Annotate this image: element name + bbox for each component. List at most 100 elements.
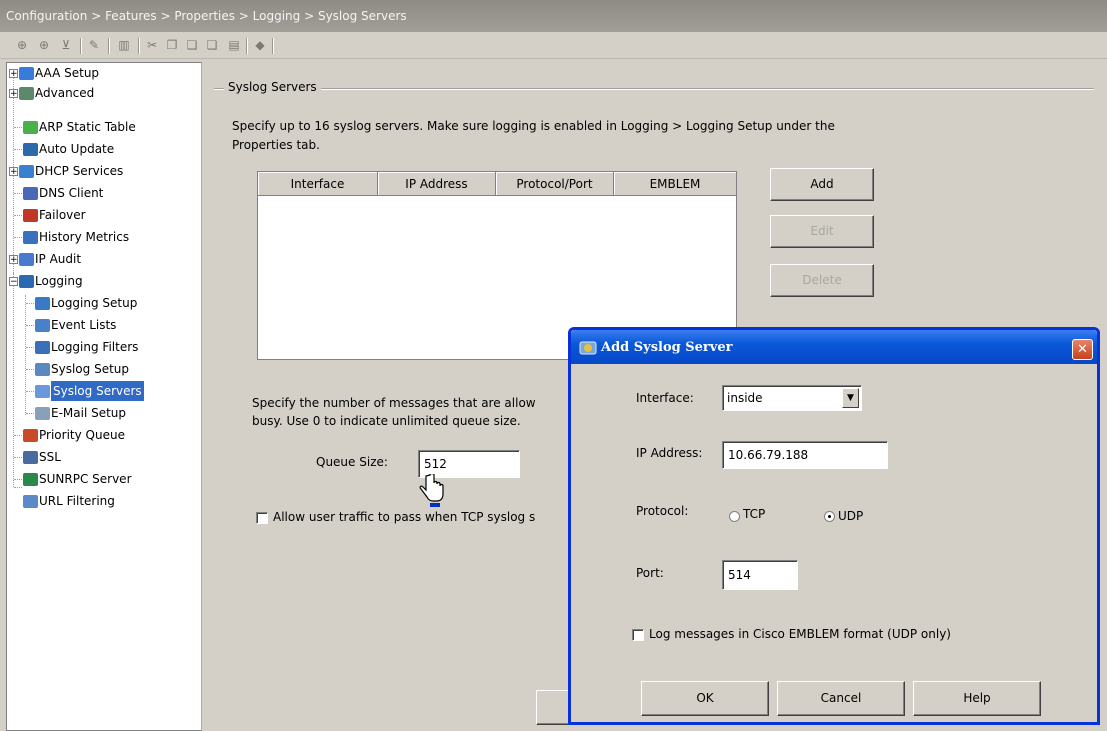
dialog-title: Add Syslog Server [601,340,733,355]
ip-address-input[interactable]: 10.66.79.188 [722,441,888,469]
toolbar-separator [272,38,274,54]
tree-item-dhcp-services[interactable]: + DHCP Services [9,161,123,181]
dns-icon [23,186,38,200]
interface-label: Interface: [636,391,694,405]
queue-description-line-2: busy. Use 0 to indicate unlimited queue … [252,414,521,428]
ip-address-label: IP Address: [636,446,703,460]
allow-traffic-checkbox[interactable] [256,512,268,524]
expand-icon[interactable]: + [9,254,18,264]
toolbar-separator [138,38,140,54]
tree-item-logging[interactable]: − Logging [9,271,83,291]
breadcrumb: Configuration > Features > Properties > … [0,0,1107,32]
tree-item-auto-update[interactable]: Auto Update [23,139,114,159]
udp-radio[interactable] [824,511,835,522]
cisco-app-icon [579,341,597,355]
collapse-icon[interactable]: − [9,276,18,286]
tree-item-history-metrics[interactable]: History Metrics [23,227,129,247]
tree-item-url-filtering[interactable]: URL Filtering [23,491,115,511]
tree-item-event-lists[interactable]: Event Lists [35,315,116,335]
arp-icon [23,120,38,134]
udp-label: UDP [838,509,864,523]
add-icon[interactable]: ⊕ [14,37,30,53]
insert-icon[interactable]: ⊕ [36,37,52,53]
column-header-ip-address[interactable]: IP Address [378,172,496,196]
queue-description-line-1: Specify the number of messages that are … [252,396,536,410]
ip-audit-icon [19,252,34,266]
group-border [214,88,1094,90]
description-line-1: Specify up to 16 syslog servers. Make su… [232,119,835,133]
emblem-label: Log messages in Cisco EMBLEM format (UDP… [649,627,951,641]
edit-icon[interactable]: ✎ [86,37,102,53]
tree-item-failover[interactable]: Failover [23,205,86,225]
tree-item-aaa-setup[interactable]: + AAA Setup [9,63,99,83]
paste-after-icon[interactable]: ❏ [204,37,220,53]
protocol-label: Protocol: [636,504,689,518]
tree-item-sunrpc-server[interactable]: SUNRPC Server [23,469,132,489]
help-button[interactable]: Help [913,681,1041,716]
group-title: Syslog Servers [224,80,321,94]
tcp-radio[interactable] [729,511,740,522]
advanced-icon [19,86,34,100]
toolbar-separator [108,38,110,54]
find-icon[interactable]: ▤ [226,37,242,53]
column-header-protocol-port[interactable]: Protocol/Port [496,172,614,196]
logging-filters-icon [35,340,50,354]
email-setup-icon [35,406,50,420]
failover-icon [23,208,38,222]
add-button[interactable]: Add [770,168,874,201]
tree-item-syslog-setup[interactable]: Syslog Setup [35,359,129,379]
port-label: Port: [636,566,664,580]
expand-icon[interactable]: + [9,68,18,78]
tree-item-ssl[interactable]: SSL [23,447,61,467]
port-input[interactable]: 514 [722,560,798,590]
interface-select[interactable]: inside ▼ [722,385,862,411]
cut-icon[interactable]: ✂ [144,37,160,53]
tree-item-syslog-servers[interactable]: Syslog Servers [35,381,144,401]
expand-icon[interactable]: + [9,88,18,98]
tree-item-advanced[interactable]: + Advanced [9,83,94,103]
ssl-icon [23,450,38,464]
tree-item-logging-filters[interactable]: Logging Filters [35,337,138,357]
toolbar-separator [246,38,248,54]
dialog-title-bar[interactable]: Add Syslog Server ✕ [571,330,1097,364]
tree-item-arp-static-table[interactable]: ARP Static Table [23,117,136,137]
logging-setup-icon [35,296,50,310]
tcp-label: TCP [743,507,766,521]
queue-size-label: Queue Size: [316,455,388,469]
history-icon [23,230,38,244]
syslog-setup-icon [35,362,50,376]
column-header-interface[interactable]: Interface [258,172,378,196]
hand-cursor-icon [419,474,444,507]
column-header-emblem[interactable]: EMBLEM [614,172,736,196]
tree-item-ip-audit[interactable]: + IP Audit [9,249,81,269]
tree-item-dns-client[interactable]: DNS Client [23,183,103,203]
emblem-checkbox[interactable] [632,629,644,641]
url-filtering-icon [23,494,38,508]
tree-item-email-setup[interactable]: E-Mail Setup [35,403,126,423]
toolbar: ⊕ ⊕ ⊻ ✎ ▥ ✂ ❐ ❏ ❏ ▤ ◆ [0,32,1107,59]
security-icon[interactable]: ◆ [252,37,268,53]
cancel-button[interactable]: Cancel [777,681,905,716]
delete-button[interactable]: Delete [770,264,874,297]
priority-queue-icon [23,428,38,442]
interface-select-value: inside [727,391,763,405]
syslog-servers-icon [35,384,50,398]
expand-icon[interactable]: + [9,166,18,176]
logging-icon [19,274,34,288]
insert-after-icon[interactable]: ⊻ [58,37,74,53]
toolbar-separator [80,38,82,54]
copy-icon[interactable]: ❐ [164,37,180,53]
description-line-2: Properties tab. [232,138,320,152]
delete-icon[interactable]: ▥ [116,37,132,53]
edit-button[interactable]: Edit [770,215,874,248]
ok-button[interactable]: OK [641,681,769,716]
dhcp-icon [19,164,34,178]
aaa-icon [19,66,34,80]
tree-item-priority-queue[interactable]: Priority Queue [23,425,125,445]
close-button[interactable]: ✕ [1072,339,1093,360]
chevron-down-icon[interactable]: ▼ [842,388,859,408]
tree-item-logging-setup[interactable]: Logging Setup [35,293,137,313]
event-lists-icon [35,318,50,332]
paste-icon[interactable]: ❏ [184,37,200,53]
allow-traffic-label: Allow user traffic to pass when TCP sysl… [273,510,536,524]
